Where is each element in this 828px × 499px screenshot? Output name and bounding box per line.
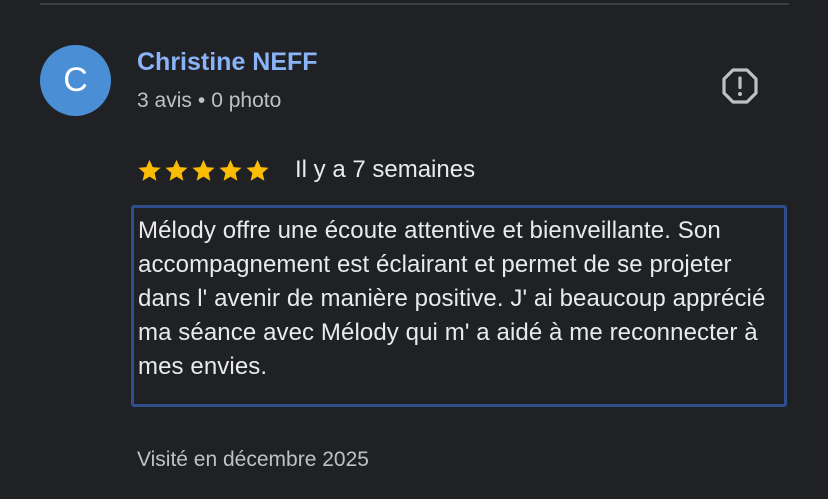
divider xyxy=(40,3,789,5)
meta-separator: • xyxy=(197,89,206,112)
visit-date: Visité en décembre 2025 xyxy=(137,448,369,471)
star-icon xyxy=(138,159,161,181)
star-icon xyxy=(219,159,242,181)
report-icon xyxy=(722,68,758,104)
rating-row: Il y a 7 semaines xyxy=(137,154,475,186)
reviewer-meta: 3 avis • 0 photo xyxy=(137,89,281,113)
review-date: Il y a 7 semaines xyxy=(295,156,476,183)
review-text-box[interactable]: Mélody offre une écoute attentive et bie… xyxy=(131,205,787,407)
review-text: Mélody offre une écoute attentive et bie… xyxy=(138,217,766,380)
star-icon xyxy=(192,159,215,181)
star-icon xyxy=(165,159,188,181)
avatar[interactable]: C xyxy=(40,45,111,116)
avatar-initial: C xyxy=(63,61,88,99)
reviews-count: 3 avis xyxy=(137,89,192,112)
photos-count: 0 photo xyxy=(211,89,282,112)
star-icon xyxy=(246,159,269,181)
review-card: C Christine NEFF 3 avis • 0 photo Il y a 7… xyxy=(0,0,828,499)
report-button[interactable] xyxy=(716,62,764,110)
star-rating xyxy=(137,158,270,183)
reviewer-name[interactable]: Christine NEFF xyxy=(137,48,318,77)
